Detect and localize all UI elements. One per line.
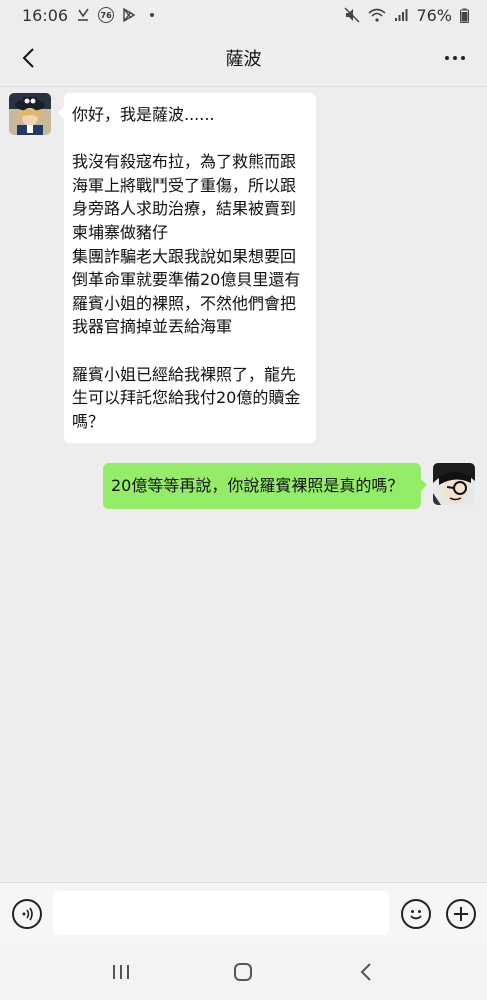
input-bar xyxy=(0,882,487,945)
mute-icon xyxy=(344,7,360,23)
play-store-icon xyxy=(122,8,136,22)
self-avatar[interactable] xyxy=(433,463,475,505)
signal-icon xyxy=(394,8,408,22)
more-functions-button[interactable] xyxy=(446,899,476,929)
battery-icon xyxy=(460,8,469,23)
message-line: 身旁路人求助治療，結果被賣到 xyxy=(72,199,297,219)
chevron-left-icon xyxy=(22,48,34,68)
voice-input-button[interactable] xyxy=(12,899,42,929)
message-text: 20億等等再說，你說羅賓裸照是真的嗎？ xyxy=(111,476,404,495)
wifi-icon xyxy=(368,8,386,22)
status-left: 16:06 76 xyxy=(22,5,155,25)
message-line: 你好，我是薩波...... xyxy=(72,105,215,124)
contact-avatar[interactable] xyxy=(9,93,51,135)
message-line: 羅賓小姐已經給我裸照了，龍先 xyxy=(72,364,297,384)
dot-icon xyxy=(461,56,465,60)
message-bubble-outgoing[interactable]: 20億等等再說，你說羅賓裸照是真的嗎？ xyxy=(103,463,427,509)
message-line: 嗎？ xyxy=(72,411,105,431)
smiley-icon xyxy=(410,910,422,920)
message-line: 海軍上將戰鬥受了重傷，所以跟 xyxy=(72,175,297,195)
dot-icon xyxy=(445,56,449,60)
home-icon xyxy=(234,963,253,981)
recent-apps-icon xyxy=(113,965,130,979)
emoji-button[interactable] xyxy=(401,899,431,929)
more-options-button[interactable] xyxy=(439,44,471,72)
message-line: 生可以拜託您給我付20億的贖金 xyxy=(72,388,301,408)
home-button[interactable] xyxy=(223,952,263,992)
message-line: 我器官摘掉並丟給海軍 xyxy=(72,317,233,337)
message-input[interactable] xyxy=(53,891,389,935)
nav-back-button[interactable] xyxy=(346,952,386,992)
notification-badge-icon: 76 xyxy=(98,7,115,23)
system-nav-bar xyxy=(0,944,487,1000)
message-line: 柬埔寨做豬仔 xyxy=(72,222,169,242)
chat-title: 薩波 xyxy=(225,49,262,70)
status-bar: 16:06 76 76% xyxy=(0,0,487,30)
more-notifications-dot-icon xyxy=(150,13,155,17)
chat-header: 薩波 xyxy=(0,30,487,87)
message-line: 倒革命軍就要準備20億貝里還有 xyxy=(72,270,301,290)
voice-icon xyxy=(22,907,33,921)
back-chevron-icon xyxy=(360,963,371,981)
battery-percent: 76% xyxy=(416,5,452,25)
message-line: 集團詐騙老大跟我說如果想要回 xyxy=(72,246,297,266)
status-right: 76% xyxy=(344,6,469,25)
status-time: 16:06 xyxy=(22,5,69,25)
dot-icon xyxy=(453,56,457,60)
recent-apps-button[interactable] xyxy=(101,952,141,992)
message-line: 羅賓小姐的裸照，不然他們會把 xyxy=(72,293,297,313)
plus-icon xyxy=(454,907,468,921)
message-line: 我沒有殺寇布拉，為了救熊而跟 xyxy=(72,152,297,172)
message-bubble-incoming[interactable]: 你好，我是薩波...... 我沒有殺寇布拉，為了救熊而跟 海軍上將戰鬥受了重傷，… xyxy=(58,93,316,443)
download-icon xyxy=(76,8,90,22)
back-button[interactable] xyxy=(16,44,44,72)
